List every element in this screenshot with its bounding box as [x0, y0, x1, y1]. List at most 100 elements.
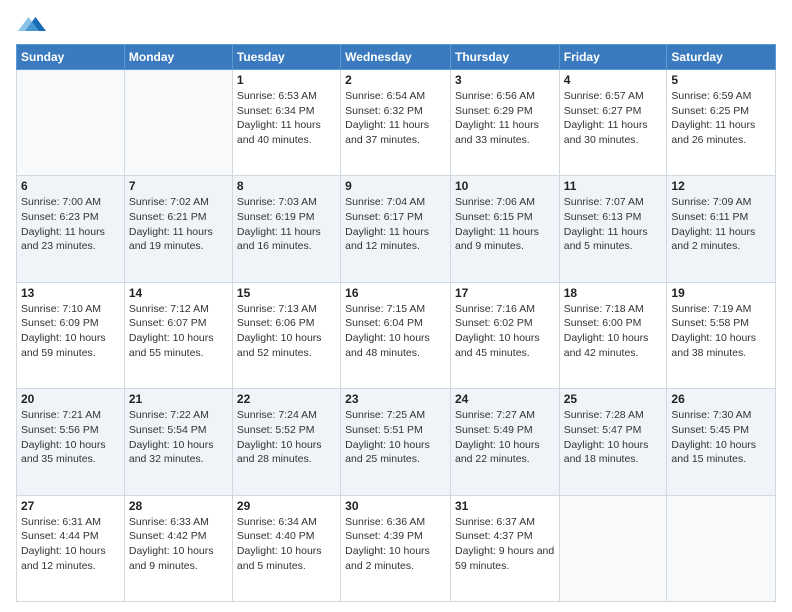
day-cell: 25 Sunrise: 7:28 AMSunset: 5:47 PMDayligh… — [559, 389, 667, 495]
day-info: Sunrise: 6:31 AMSunset: 4:44 PMDaylight:… — [21, 515, 120, 574]
day-cell — [559, 495, 667, 601]
day-cell: 7 Sunrise: 7:02 AMSunset: 6:21 PMDaylight… — [124, 176, 232, 282]
day-info: Sunrise: 7:12 AMSunset: 6:07 PMDaylight:… — [129, 302, 228, 361]
day-cell: 11Sunrise: 7:07 AMSunset: 6:13 PMDayligh… — [559, 176, 667, 282]
day-cell: 13Sunrise: 7:10 AMSunset: 6:09 PMDayligh… — [17, 282, 125, 388]
day-cell: 3 Sunrise: 6:56 AMSunset: 6:29 PMDaylight… — [450, 70, 559, 176]
day-info: Sunrise: 7:28 AMSunset: 5:47 PMDaylight:… — [564, 408, 663, 467]
day-info: Sunrise: 6:34 AMSunset: 4:40 PMDaylight:… — [237, 515, 336, 574]
day-info: Sunrise: 7:10 AMSunset: 6:09 PMDaylight:… — [21, 302, 120, 361]
day-number: 6 — [21, 179, 120, 193]
day-number: 26 — [671, 392, 771, 406]
day-cell: 31 Sunrise: 6:37 AMSunset: 4:37 PMDayligh… — [450, 495, 559, 601]
day-cell: 8Sunrise: 7:03 AMSunset: 6:19 PMDaylight… — [232, 176, 340, 282]
day-info: Sunrise: 7:27 AMSunset: 5:49 PMDaylight:… — [455, 408, 555, 467]
day-number: 23 — [345, 392, 446, 406]
week-row-2: 6Sunrise: 7:00 AMSunset: 6:23 PMDaylight… — [17, 176, 776, 282]
day-info: Sunrise: 6:56 AMSunset: 6:29 PMDaylight:… — [455, 89, 555, 148]
day-info: Sunrise: 7:25 AMSunset: 5:51 PMDaylight:… — [345, 408, 446, 467]
day-cell: 17 Sunrise: 7:16 AMSunset: 6:02 PMDayligh… — [450, 282, 559, 388]
weekday-header-row: SundayMondayTuesdayWednesdayThursdayFrid… — [17, 45, 776, 70]
day-number: 21 — [129, 392, 228, 406]
weekday-header-wednesday: Wednesday — [341, 45, 451, 70]
day-number: 20 — [21, 392, 120, 406]
day-number: 3 — [455, 73, 555, 87]
day-cell: 4 Sunrise: 6:57 AMSunset: 6:27 PMDaylight… — [559, 70, 667, 176]
day-info: Sunrise: 6:36 AMSunset: 4:39 PMDaylight:… — [345, 515, 446, 574]
logo-icon — [18, 10, 46, 38]
day-info: Sunrise: 7:09 AMSunset: 6:11 PMDaylight:… — [671, 195, 771, 254]
logo — [16, 10, 46, 38]
day-number: 7 — [129, 179, 228, 193]
day-number: 29 — [237, 499, 336, 513]
day-number: 17 — [455, 286, 555, 300]
weekday-header-tuesday: Tuesday — [232, 45, 340, 70]
day-cell: 29 Sunrise: 6:34 AMSunset: 4:40 PMDayligh… — [232, 495, 340, 601]
week-row-1: 1Sunrise: 6:53 AMSunset: 6:34 PMDaylight… — [17, 70, 776, 176]
day-number: 5 — [671, 73, 771, 87]
day-cell: 18 Sunrise: 7:18 AMSunset: 6:00 PMDayligh… — [559, 282, 667, 388]
day-number: 18 — [564, 286, 663, 300]
day-info: Sunrise: 7:04 AMSunset: 6:17 PMDaylight:… — [345, 195, 446, 254]
day-info: Sunrise: 7:07 AMSunset: 6:13 PMDaylight:… — [564, 195, 663, 254]
day-cell: 23 Sunrise: 7:25 AMSunset: 5:51 PMDayligh… — [341, 389, 451, 495]
day-number: 4 — [564, 73, 663, 87]
day-cell: 5 Sunrise: 6:59 AMSunset: 6:25 PMDaylight… — [667, 70, 776, 176]
day-number: 27 — [21, 499, 120, 513]
weekday-header-saturday: Saturday — [667, 45, 776, 70]
day-number: 15 — [237, 286, 336, 300]
day-number: 31 — [455, 499, 555, 513]
day-info: Sunrise: 6:37 AMSunset: 4:37 PMDaylight:… — [455, 515, 555, 574]
day-info: Sunrise: 6:54 AMSunset: 6:32 PMDaylight:… — [345, 89, 446, 148]
week-row-5: 27 Sunrise: 6:31 AMSunset: 4:44 PMDayligh… — [17, 495, 776, 601]
day-number: 25 — [564, 392, 663, 406]
day-cell — [124, 70, 232, 176]
day-number: 10 — [455, 179, 555, 193]
day-cell: 26 Sunrise: 7:30 AMSunset: 5:45 PMDayligh… — [667, 389, 776, 495]
day-info: Sunrise: 7:15 AMSunset: 6:04 PMDaylight:… — [345, 302, 446, 361]
day-cell: 6Sunrise: 7:00 AMSunset: 6:23 PMDaylight… — [17, 176, 125, 282]
day-cell: 19 Sunrise: 7:19 AMSunset: 5:58 PMDayligh… — [667, 282, 776, 388]
week-row-3: 13Sunrise: 7:10 AMSunset: 6:09 PMDayligh… — [17, 282, 776, 388]
day-info: Sunrise: 6:59 AMSunset: 6:25 PMDaylight:… — [671, 89, 771, 148]
day-number: 22 — [237, 392, 336, 406]
day-number: 14 — [129, 286, 228, 300]
day-number: 9 — [345, 179, 446, 193]
week-row-4: 20 Sunrise: 7:21 AMSunset: 5:56 PMDayligh… — [17, 389, 776, 495]
day-number: 24 — [455, 392, 555, 406]
day-info: Sunrise: 7:18 AMSunset: 6:00 PMDaylight:… — [564, 302, 663, 361]
day-number: 19 — [671, 286, 771, 300]
day-cell: 2 Sunrise: 6:54 AMSunset: 6:32 PMDaylight… — [341, 70, 451, 176]
day-cell: 30Sunrise: 6:36 AMSunset: 4:39 PMDayligh… — [341, 495, 451, 601]
day-number: 12 — [671, 179, 771, 193]
day-number: 28 — [129, 499, 228, 513]
day-info: Sunrise: 7:30 AMSunset: 5:45 PMDaylight:… — [671, 408, 771, 467]
day-info: Sunrise: 6:53 AMSunset: 6:34 PMDaylight:… — [237, 89, 336, 148]
weekday-header-sunday: Sunday — [17, 45, 125, 70]
weekday-header-monday: Monday — [124, 45, 232, 70]
page: SundayMondayTuesdayWednesdayThursdayFrid… — [0, 0, 792, 612]
header — [16, 10, 776, 38]
day-info: Sunrise: 7:03 AMSunset: 6:19 PMDaylight:… — [237, 195, 336, 254]
day-info: Sunrise: 7:21 AMSunset: 5:56 PMDaylight:… — [21, 408, 120, 467]
day-info: Sunrise: 7:24 AMSunset: 5:52 PMDaylight:… — [237, 408, 336, 467]
day-info: Sunrise: 6:57 AMSunset: 6:27 PMDaylight:… — [564, 89, 663, 148]
day-cell: 16 Sunrise: 7:15 AMSunset: 6:04 PMDayligh… — [341, 282, 451, 388]
day-info: Sunrise: 7:19 AMSunset: 5:58 PMDaylight:… — [671, 302, 771, 361]
day-cell: 1Sunrise: 6:53 AMSunset: 6:34 PMDaylight… — [232, 70, 340, 176]
day-info: Sunrise: 7:16 AMSunset: 6:02 PMDaylight:… — [455, 302, 555, 361]
day-cell: 28 Sunrise: 6:33 AMSunset: 4:42 PMDayligh… — [124, 495, 232, 601]
weekday-header-thursday: Thursday — [450, 45, 559, 70]
day-info: Sunrise: 7:02 AMSunset: 6:21 PMDaylight:… — [129, 195, 228, 254]
day-cell: 15Sunrise: 7:13 AMSunset: 6:06 PMDayligh… — [232, 282, 340, 388]
day-cell: 9 Sunrise: 7:04 AMSunset: 6:17 PMDaylight… — [341, 176, 451, 282]
day-cell — [667, 495, 776, 601]
day-cell: 14 Sunrise: 7:12 AMSunset: 6:07 PMDayligh… — [124, 282, 232, 388]
day-cell: 21 Sunrise: 7:22 AMSunset: 5:54 PMDayligh… — [124, 389, 232, 495]
day-number: 2 — [345, 73, 446, 87]
day-cell: 10Sunrise: 7:06 AMSunset: 6:15 PMDayligh… — [450, 176, 559, 282]
calendar-table: SundayMondayTuesdayWednesdayThursdayFrid… — [16, 44, 776, 602]
day-info: Sunrise: 6:33 AMSunset: 4:42 PMDaylight:… — [129, 515, 228, 574]
day-info: Sunrise: 7:22 AMSunset: 5:54 PMDaylight:… — [129, 408, 228, 467]
day-number: 16 — [345, 286, 446, 300]
